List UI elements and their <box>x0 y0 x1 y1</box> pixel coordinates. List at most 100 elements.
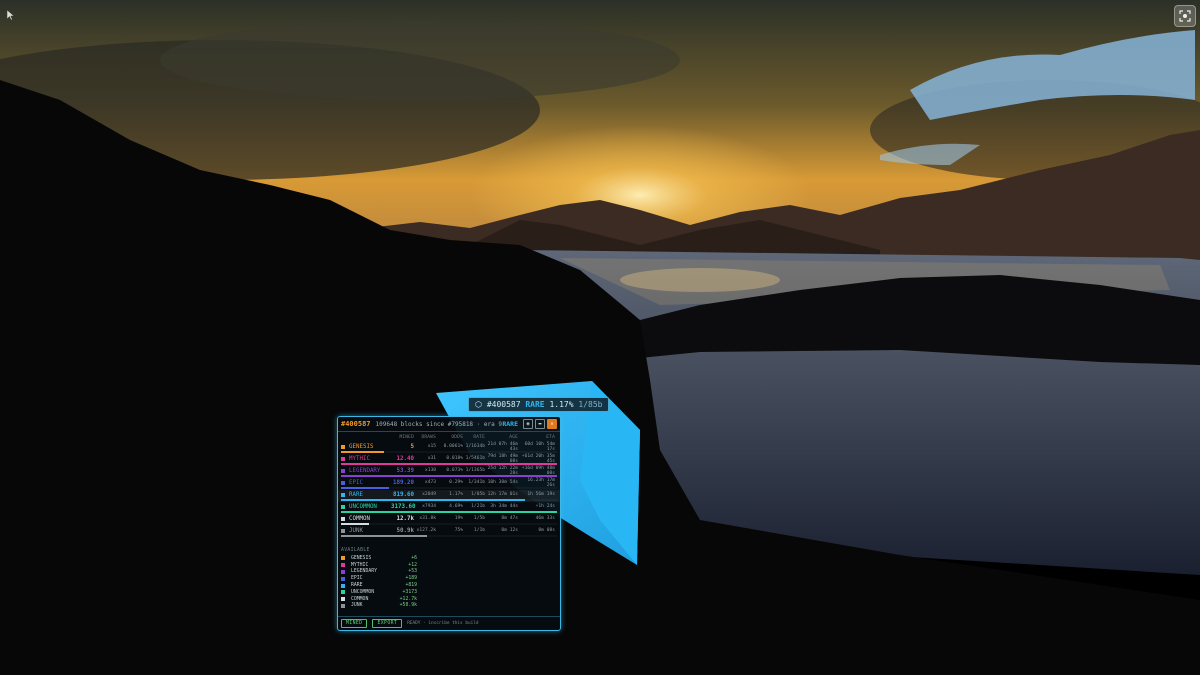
fullscreen-icon <box>1179 10 1191 22</box>
col-mined: MINED <box>399 435 414 440</box>
table-row[interactable]: COMMON 12.7k x31.8k 19% 1/5b 8m 47s 46m 33s <box>338 514 560 526</box>
col-rate: RATE <box>473 435 485 440</box>
status-text: READY · inscribe this build <box>407 621 479 626</box>
row-rate: 1/1b <box>473 528 485 533</box>
row-name: UNCOMMON <box>341 504 391 510</box>
list-item: GENESIS +6 <box>338 555 560 562</box>
row-age: 3h 34m 44s <box>490 504 518 509</box>
available-value: +189 <box>405 576 417 582</box>
row-age: 8m 47s <box>501 516 518 521</box>
row-age: 25d 12h 22m 28s <box>487 465 518 476</box>
row-age: 79d 18h 49m 08s <box>487 453 518 464</box>
progress-track <box>341 523 557 525</box>
row-name: RARE <box>341 492 391 498</box>
table-row[interactable]: LEGENDARY 53.39 x130 0.073% 1/1365b 25d 12h 2… <box>338 466 560 478</box>
export-button[interactable]: EXPORT <box>372 619 403 628</box>
row-drops: x7934 <box>422 504 436 509</box>
progress-track <box>341 499 557 501</box>
block-hover-label: ⬡ #400587 RARE 1.17% 1/85b <box>468 397 610 412</box>
table-row[interactable]: MYTHIC 12.40 x31 0.018% 1/5461b 79d 18h 49m 0… <box>338 454 560 466</box>
row-rate: 1/1365b <box>465 468 485 473</box>
table-row[interactable]: GENESIS 5 x15 0.0061% 1/1634b 21d 07h 46m 43s… <box>338 442 560 454</box>
row-odds: 19% <box>454 516 463 521</box>
row-name: LEGENDARY <box>341 468 391 474</box>
available-title: AVAILABLE <box>341 548 370 553</box>
row-mined: 12.7k <box>396 515 414 522</box>
row-name: COMMON <box>341 516 391 522</box>
row-drops: x31.8k <box>419 516 436 521</box>
row-mined: 53.39 <box>396 467 414 474</box>
rarity-swatch <box>341 444 345 449</box>
col-age: AGE <box>509 435 518 440</box>
rarity-table: GENESIS 5 x15 0.0061% 1/1634b 21d 07h 46m 43s… <box>338 442 560 538</box>
list-item: COMMON +12.7k <box>338 596 560 603</box>
row-age: 12h 17m 01s <box>487 492 518 497</box>
row-rate: 1/21b <box>471 504 485 509</box>
row-mined: 12.40 <box>396 455 414 462</box>
row-name: GENESIS <box>341 444 391 450</box>
minimize-icon-button[interactable]: ▬ <box>535 419 545 429</box>
rarity-swatch <box>341 563 345 568</box>
rarity-swatch <box>341 556 345 561</box>
row-eta: 1h 56m 19s <box>527 492 555 497</box>
row-name: MYTHIC <box>341 456 391 462</box>
row-drops: x130 <box>424 468 436 473</box>
available-value: +819 <box>405 583 417 589</box>
table-row[interactable]: EPIC 189.20 x473 0.29% 1/341b 10h 38m 54s 16.2… <box>338 478 560 490</box>
row-mined: 50.9k <box>396 527 414 534</box>
panel-header: #400587 109648 blocks since #795818 · er… <box>338 417 560 432</box>
progress-bar <box>341 511 557 513</box>
available-value: +50.9k <box>399 603 417 609</box>
rarity-swatch <box>341 576 345 581</box>
row-mined: 189.20 <box>393 479 414 486</box>
table-row[interactable]: JUNK 50.9k x127.2k 75% 1/1b 0m 12s 8m 08s <box>338 526 560 538</box>
rarity-swatch <box>341 597 345 602</box>
row-mined: 5 <box>410 443 415 450</box>
rarity-swatch <box>341 516 345 521</box>
rarity-swatch <box>341 492 345 497</box>
available-list: GENESIS +6 MYTHIC +12 LEGENDARY +53 EPIC +189 RA… <box>338 555 560 609</box>
eye-icon-button[interactable]: ◉ <box>523 419 533 429</box>
table-row[interactable]: RARE 819.60 x2049 1.17% 1/85b 12h 17m 01s 1h 5… <box>338 490 560 502</box>
row-rate: 1/1634b <box>465 444 485 449</box>
progress-track <box>341 511 557 513</box>
progress-bar <box>341 499 525 501</box>
row-drops: x473 <box>424 480 436 485</box>
row-rate: 1/5b <box>473 516 485 521</box>
col-odds: ODDS <box>451 435 463 440</box>
row-eta: 60d 10h 54m 17s <box>524 441 555 452</box>
rarity-swatch <box>341 583 345 588</box>
panel-rarity: RARE <box>502 420 518 428</box>
row-mined: 819.60 <box>393 491 414 498</box>
row-age: 21d 07h 46m 43s <box>487 441 518 452</box>
rarity-swatch <box>341 528 345 533</box>
row-age: 10h 38m 54s <box>487 480 518 485</box>
fullscreen-button[interactable] <box>1174 5 1196 27</box>
close-icon-button[interactable]: ✕ <box>547 419 557 429</box>
available-value: +6 <box>411 555 417 561</box>
available-value: +12.7k <box>399 596 417 602</box>
block-label-id: #400587 <box>486 400 521 409</box>
progress-bar <box>341 487 389 489</box>
row-name: JUNK <box>341 528 391 534</box>
row-mined: 3173.60 <box>391 503 416 510</box>
progress-bar <box>341 523 370 525</box>
progress-bar <box>341 451 385 453</box>
row-drops: x127.2k <box>416 528 436 533</box>
row-rate: 1/5461b <box>465 456 485 461</box>
list-item: UNCOMMON +3173 <box>338 589 560 596</box>
block-label-rarity: RARE <box>525 400 545 409</box>
row-odds: 0.073% <box>446 468 463 473</box>
row-odds: 0.0061% <box>443 444 463 449</box>
rarity-swatch <box>341 468 345 473</box>
panel-since-text: 109648 blocks since #795818 · era 9 <box>375 420 502 428</box>
list-item: MYTHIC +12 <box>338 562 560 569</box>
row-drops: x31 <box>427 456 436 461</box>
cube-icon: ⬡ <box>475 400 482 409</box>
mined-button[interactable]: MINED <box>341 619 368 628</box>
row-eta: 8m 08s <box>538 528 555 533</box>
row-eta: 16.23h 17m 26s <box>527 477 555 488</box>
row-name: EPIC <box>341 480 391 486</box>
row-drops: x2049 <box>422 492 436 497</box>
table-row[interactable]: UNCOMMON 3173.60 x7934 4.69% 1/21b 3h 34m 44s… <box>338 502 560 514</box>
